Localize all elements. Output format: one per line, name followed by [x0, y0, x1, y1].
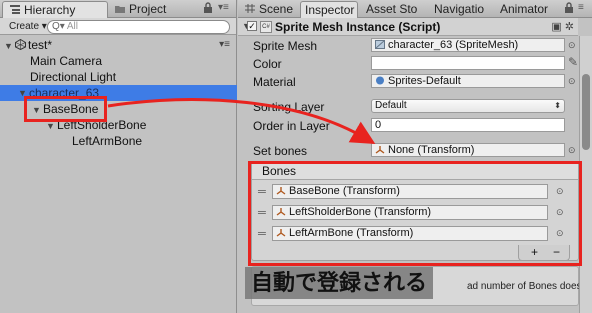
annotation-callout: 自動で登録される — [245, 267, 434, 299]
arrow-path — [107, 98, 376, 145]
